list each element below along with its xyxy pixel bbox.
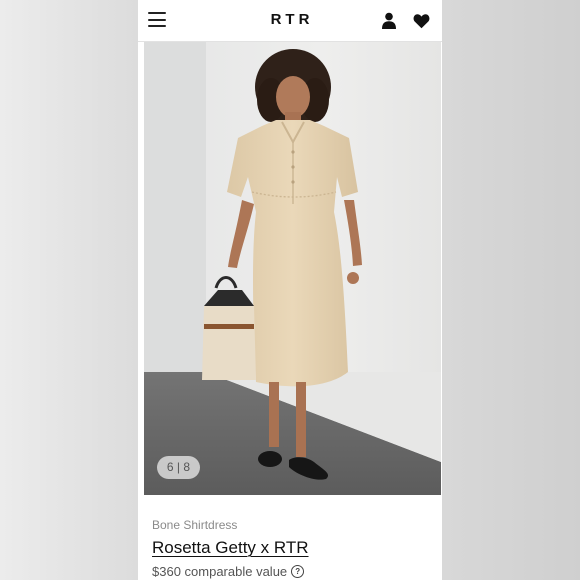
image-counter-badge: 6 | 8: [157, 456, 200, 479]
product-title-link[interactable]: Rosetta Getty x RTR: [152, 538, 309, 558]
top-nav-bar: RTR: [138, 0, 442, 42]
help-icon[interactable]: ?: [291, 565, 305, 578]
comparable-value-price: $360 comparable value: [152, 564, 288, 579]
user-icon[interactable]: [381, 12, 397, 29]
background-right: [442, 0, 580, 580]
heart-icon[interactable]: [413, 13, 430, 29]
background-left: [0, 0, 138, 580]
product-info: Bone Shirtdress Rosetta Getty x RTR $360…: [152, 510, 432, 579]
product-image[interactable]: 6 | 8: [144, 42, 441, 495]
price-row: $360 comparable value ?: [152, 564, 432, 579]
product-subtitle: Bone Shirtdress: [152, 518, 238, 532]
product-page: RTR 6 | 8 Bone Shirtdress Rosetta Getty …: [138, 0, 442, 580]
